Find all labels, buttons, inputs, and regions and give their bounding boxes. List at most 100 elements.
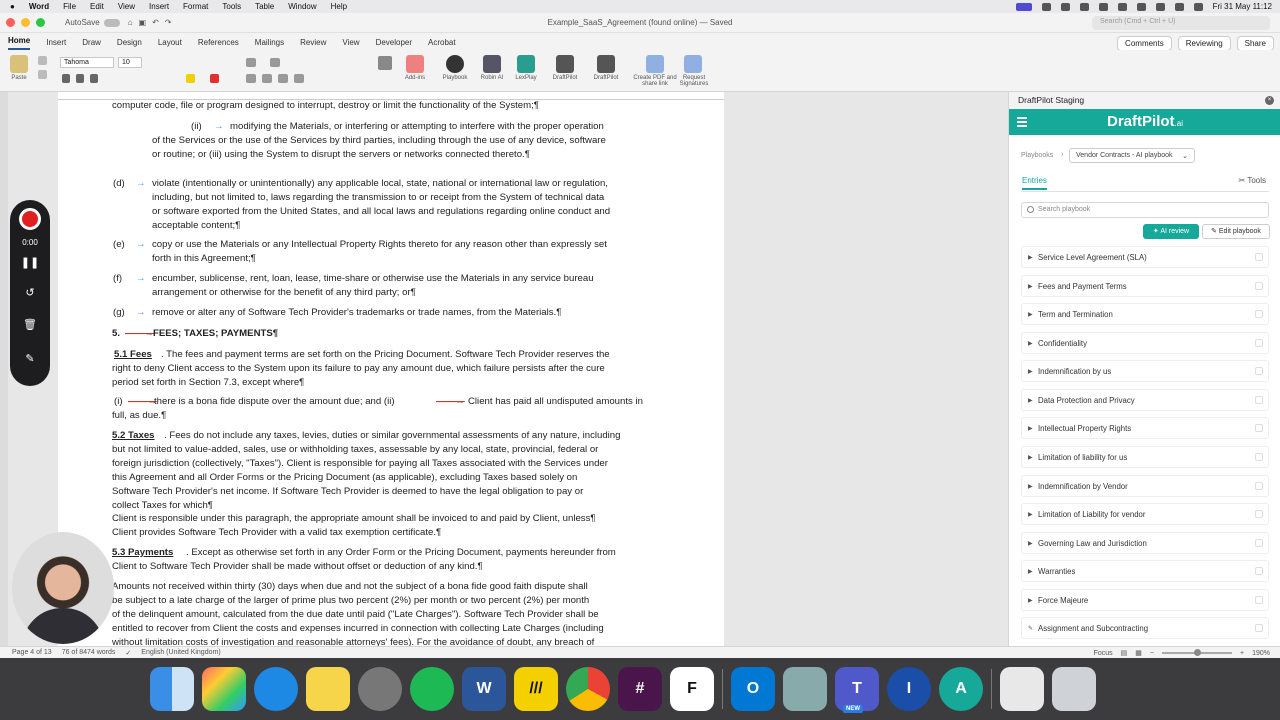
menu-table[interactable]: Table (255, 2, 274, 11)
entry-checkbox[interactable] (1255, 510, 1263, 518)
playbook-entry[interactable]: ▶ Force Majeure (1021, 589, 1269, 611)
gear-icon[interactable] (1098, 2, 1108, 11)
ai-review-button[interactable]: ✦ AI review (1143, 224, 1199, 239)
page-count[interactable]: Page 4 of 13 (12, 649, 52, 656)
lexplay-icon[interactable] (517, 55, 535, 73)
menu-word[interactable]: Word (29, 2, 49, 11)
entry-checkbox[interactable] (1255, 424, 1263, 432)
undo-icon[interactable]: ↶ (152, 18, 159, 27)
menu-tools[interactable]: Tools (222, 2, 241, 11)
menu-format[interactable]: Format (183, 2, 208, 11)
proofing-icon[interactable]: ✓ (125, 649, 131, 657)
entry-checkbox[interactable] (1255, 539, 1263, 547)
miro-icon[interactable]: /// (514, 667, 558, 711)
screen-record-icon[interactable] (1015, 2, 1032, 11)
entry-checkbox[interactable] (1255, 596, 1263, 604)
font-size-select[interactable]: 10 (118, 57, 142, 68)
figma-icon[interactable]: F (670, 667, 714, 711)
trash-icon[interactable] (1052, 667, 1096, 711)
safari-icon[interactable] (254, 667, 298, 711)
draftpilot-icon[interactable] (597, 55, 615, 73)
playbook-entry[interactable]: ▶ Confidentiality (1021, 332, 1269, 354)
tab-review[interactable]: Review (300, 38, 326, 50)
tab-tools[interactable]: ✂ Tools (1239, 176, 1266, 185)
entry-checkbox[interactable] (1255, 396, 1263, 404)
tab-design[interactable]: Design (117, 38, 142, 50)
bullets-icon[interactable] (246, 58, 256, 67)
wifi-icon[interactable] (1155, 2, 1165, 11)
pen-icon[interactable]: ✎ (10, 352, 50, 365)
align-left-icon[interactable] (246, 74, 256, 83)
tray-app-icon[interactable] (1079, 2, 1089, 11)
battery-icon[interactable] (1136, 2, 1146, 11)
entry-checkbox[interactable] (1255, 253, 1263, 261)
playbook-icon[interactable] (446, 55, 464, 73)
cloud-icon[interactable] (1041, 2, 1051, 11)
entry-checkbox[interactable] (1255, 282, 1263, 290)
outlook-icon[interactable]: O (731, 667, 775, 711)
tab-insert[interactable]: Insert (46, 38, 66, 50)
close-icon[interactable]: × (1265, 96, 1274, 105)
language[interactable]: English (United Kingdom) (141, 649, 220, 656)
font-color-icon[interactable] (210, 74, 219, 83)
finder-icon[interactable] (150, 667, 194, 711)
playbook-entry[interactable]: ▶ Data Protection and Privacy (1021, 389, 1269, 411)
zoom-level[interactable]: 190% (1252, 650, 1270, 657)
tab-acrobat[interactable]: Acrobat (428, 38, 456, 50)
zoom-in-icon[interactable]: + (1240, 650, 1244, 657)
breadcrumb-playbooks[interactable]: Playbooks (1021, 152, 1053, 159)
entry-checkbox[interactable] (1255, 567, 1263, 575)
focus-button[interactable]: Focus (1094, 650, 1113, 657)
tray-app-icon[interactable] (1117, 2, 1127, 11)
redo-icon[interactable]: ↷ (165, 18, 172, 27)
teams-icon[interactable]: T NEW (835, 667, 879, 713)
playbook-entry[interactable]: ▶ Service Level Agreement (SLA) (1021, 246, 1269, 268)
print-layout-icon[interactable]: ▤ (1121, 649, 1128, 657)
tab-draw[interactable]: Draw (82, 38, 101, 50)
apple-menu-icon[interactable]: ● (10, 2, 15, 11)
menu-window[interactable]: Window (288, 2, 316, 11)
tab-home[interactable]: Home (8, 36, 31, 50)
menu-file[interactable]: File (63, 2, 76, 11)
stop-recording-button[interactable] (19, 208, 41, 230)
align-center-icon[interactable] (262, 74, 272, 83)
styles-icon[interactable] (378, 56, 392, 70)
reviewing-button[interactable]: Reviewing (1177, 36, 1231, 51)
entry-checkbox[interactable] (1255, 367, 1263, 375)
copy-icon[interactable] (38, 70, 47, 79)
document-canvas[interactable]: computer code, file or program designed … (0, 92, 1008, 646)
tab-developer[interactable]: Developer (376, 38, 412, 50)
entry-checkbox[interactable] (1255, 310, 1263, 318)
underline-icon[interactable] (90, 74, 98, 83)
zoom-out-icon[interactable]: − (1150, 650, 1154, 657)
document-title[interactable]: Example_SaaS_Agreement (found online) (547, 18, 697, 27)
request-signatures-icon[interactable] (684, 55, 702, 73)
zoom-window-button[interactable] (36, 18, 45, 27)
preview-icon[interactable] (783, 667, 827, 711)
paste-icon[interactable] (10, 55, 28, 73)
draftpilot-icon[interactable] (556, 55, 574, 73)
zoom-slider[interactable] (1162, 649, 1232, 656)
playbook-entry[interactable]: ▶ Limitation of liability for us (1021, 446, 1269, 468)
1password-icon[interactable]: I (887, 667, 931, 711)
playbook-entry[interactable]: ▶ Term and Termination (1021, 303, 1269, 325)
save-icon[interactable]: ▣ (139, 18, 147, 27)
menu-insert[interactable]: Insert (149, 2, 169, 11)
minimize-window-button[interactable] (21, 18, 30, 27)
clock[interactable]: Fri 31 May 11:12 (1213, 2, 1272, 11)
tray-app-icon[interactable] (1060, 2, 1070, 11)
playbook-entry[interactable]: ✎ Assignment and Subcontracting (1021, 617, 1269, 639)
autosave-toggle[interactable] (103, 18, 120, 27)
playbook-entry[interactable]: ▶ Warranties (1021, 560, 1269, 582)
search-playbook-input[interactable]: Search playbook (1021, 202, 1269, 218)
add-ins-icon[interactable] (406, 55, 424, 73)
playbook-entry[interactable]: ▶ Indemnification by Vendor (1021, 475, 1269, 497)
slack-icon[interactable]: # (618, 667, 662, 711)
close-window-button[interactable] (6, 18, 15, 27)
tab-mailings[interactable]: Mailings (255, 38, 284, 50)
comments-button[interactable]: Comments (1117, 36, 1172, 51)
control-center-icon[interactable] (1193, 2, 1203, 11)
entry-checkbox[interactable] (1255, 339, 1263, 347)
documents-stack-icon[interactable] (1000, 667, 1044, 711)
word-count[interactable]: 76 of 8474 words (62, 649, 116, 656)
